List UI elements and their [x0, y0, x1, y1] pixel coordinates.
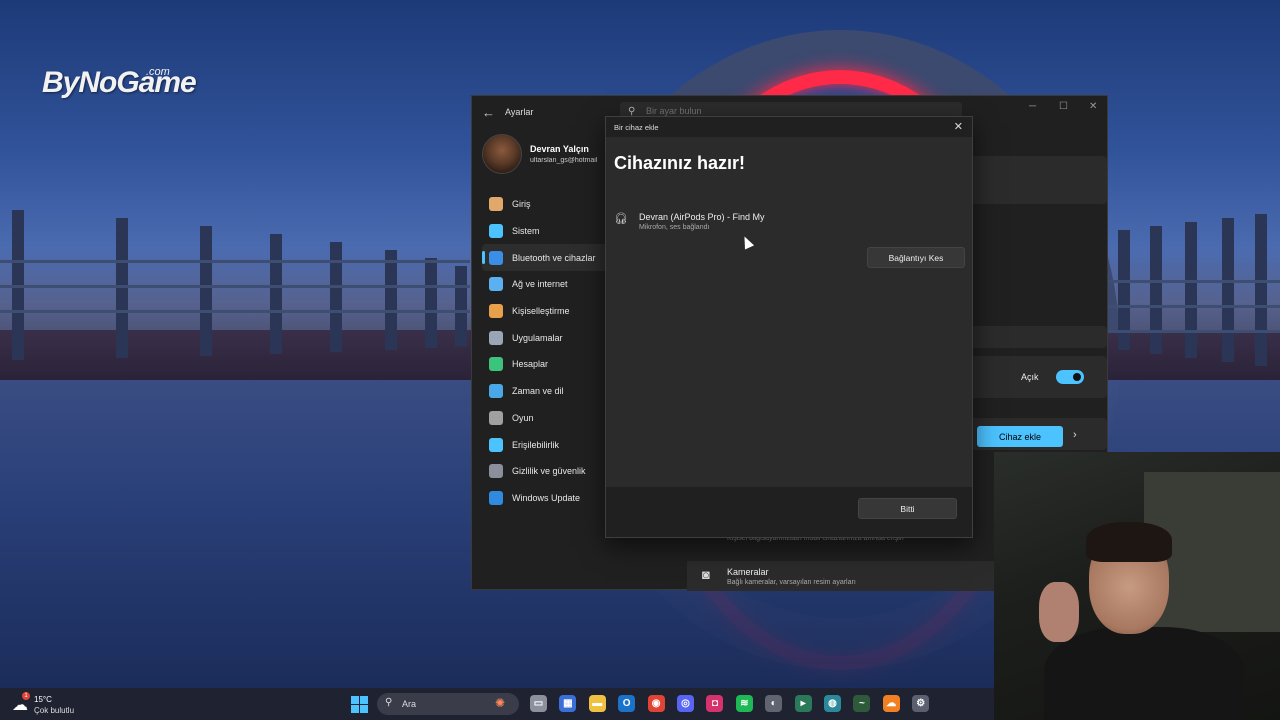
taskbar: ☁ 1 15°C Çok bulutlu ⚲ Ara ✺ ▭ ▦ ▬ O ◉ ◎ ◘ ≋ ◐ ▸ ◍…	[0, 688, 994, 720]
chevron-right-icon[interactable]: ›	[1073, 429, 1077, 441]
sidebar-item-label: Gizlilik ve güvenlik	[512, 466, 586, 477]
fence-post	[1150, 226, 1162, 354]
terminal-icon[interactable]: ▸	[794, 695, 812, 712]
close-window-icon[interactable]: ✕	[1089, 101, 1097, 112]
dialog-footer: Bitti	[606, 487, 972, 537]
bluetooth-state-label: Açık	[1021, 372, 1039, 382]
watermark-logo: ByNoGame	[42, 66, 197, 99]
webcam-overlay	[994, 452, 1280, 720]
sidebar-item-label: Bluetooth ve cihazlar	[512, 252, 596, 263]
camera-icon: ◙	[702, 567, 710, 582]
back-arrow-icon[interactable]: ←	[482, 105, 495, 120]
brush-icon	[489, 304, 503, 319]
add-device-button[interactable]: Cihaz ekle	[977, 426, 1063, 447]
fence-post	[330, 242, 342, 352]
fence-post	[1222, 218, 1234, 362]
weather-temperature[interactable]: 15°C	[34, 695, 52, 704]
device-name: Devran (AirPods Pro) - Find My	[639, 212, 765, 222]
fence-rail	[0, 310, 470, 313]
accessibility-icon	[489, 437, 503, 452]
sidebar-item-label: Sistem	[512, 226, 540, 237]
system-icon	[489, 224, 503, 239]
done-button[interactable]: Bitti	[858, 498, 957, 519]
bluetooth-toggle[interactable]	[1056, 370, 1084, 384]
sidebar-item-label: Erişilebilirlik	[512, 439, 560, 450]
dialog-title: Bir cihaz ekle	[614, 123, 659, 132]
disconnect-button[interactable]: Bağlantıyı Kes	[867, 247, 965, 268]
maximize-icon[interactable]: ☐	[1059, 101, 1068, 112]
update-icon	[489, 490, 503, 505]
globe-icon	[489, 384, 503, 399]
sidebar-item-label: Uygulamalar	[512, 332, 563, 343]
taskbar-search-label: Ara	[402, 699, 417, 709]
instagram-icon[interactable]: ◘	[706, 695, 724, 712]
weather-description[interactable]: Çok bulutlu	[34, 706, 74, 715]
outlook-icon[interactable]: O	[618, 695, 636, 712]
webcam-person-hair	[1086, 522, 1172, 562]
webcam-person-body	[1044, 627, 1244, 720]
sidebar-item-label: Ağ ve internet	[512, 279, 568, 290]
cameras-title: Kameralar	[727, 567, 769, 577]
start-button[interactable]	[351, 696, 368, 713]
user-email: ultarslan_gs@hotmail	[530, 157, 598, 164]
cameras-description: Bağlı kameralar, varsayılan resim ayarla…	[727, 579, 856, 586]
dialog-heading: Cihazınız hazır!	[614, 153, 746, 173]
app-tool-icon[interactable]: ◐	[765, 695, 783, 712]
fence-rail	[1108, 330, 1280, 333]
headphones-icon: 🎧︎	[614, 213, 628, 225]
gamepad-icon	[489, 410, 503, 425]
avatar[interactable]	[482, 134, 522, 174]
spotify-icon[interactable]: ≋	[735, 695, 753, 712]
home-icon	[489, 197, 503, 212]
fence-post	[200, 226, 212, 356]
fence-post	[385, 250, 397, 350]
sidebar-item-label: Zaman ve dil	[512, 386, 564, 397]
taskbar-search[interactable]: ⚲ Ara ✺	[377, 693, 519, 715]
shield-icon	[489, 464, 503, 479]
steam-icon[interactable]: ~	[853, 695, 871, 712]
fence-rail	[0, 260, 470, 263]
app-title: Ayarlar	[505, 107, 534, 117]
device-status: Mikrofon, ses bağlandı	[639, 224, 710, 231]
network-monitor-icon[interactable]: ◍	[824, 695, 841, 712]
close-icon[interactable]: ✕	[954, 120, 963, 133]
weather-badge: 1	[22, 692, 30, 700]
fence-post	[425, 258, 437, 348]
add-device-dialog: Bir cihaz ekle ✕ Cihazınız hazır! 🎧︎ Dev…	[605, 116, 973, 538]
webcam-person-hand	[1039, 582, 1079, 642]
windows-logo-icon	[351, 696, 359, 704]
fence-rail	[1108, 280, 1280, 283]
sidebar-item-label: Windows Update	[512, 492, 581, 503]
sidebar-item-label: Giriş	[512, 199, 531, 210]
settings-gear-icon[interactable]: ⚙	[912, 695, 930, 712]
chrome-icon[interactable]: ◉	[647, 695, 665, 712]
watermark-logo-suffix: .com	[146, 66, 170, 78]
discord-icon[interactable]: ◎	[677, 695, 694, 712]
bluetooth-icon	[489, 250, 503, 265]
fence-post	[455, 266, 467, 346]
fence-post	[270, 234, 282, 354]
sidebar-item-label: Oyun	[512, 412, 534, 423]
fence-rail	[1108, 305, 1280, 308]
network-icon	[489, 277, 503, 292]
fence-post	[1185, 222, 1197, 358]
task-view-icon[interactable]: ▭	[530, 695, 547, 712]
account-icon	[489, 357, 503, 372]
sidebar-item-label: Hesaplar	[512, 359, 549, 370]
dialog-titlebar: Bir cihaz ekle ✕	[606, 117, 972, 137]
file-explorer-icon[interactable]: ▬	[588, 695, 606, 712]
fence-post	[116, 218, 128, 358]
minimize-icon[interactable]: ─	[1029, 101, 1036, 112]
settings-search-input[interactable]	[646, 106, 946, 116]
apps-icon	[489, 330, 503, 345]
sidebar-item-label: Kişiselleştirme	[512, 306, 570, 317]
user-name: Devran Yalçın	[530, 144, 589, 154]
fence-post	[1255, 214, 1267, 366]
fence-rail	[0, 285, 470, 288]
search-highlight-icon: ✺	[495, 696, 506, 710]
cloudflare-icon[interactable]: ☁	[882, 695, 900, 712]
store-icon[interactable]: ▦	[559, 695, 577, 712]
search-icon: ⚲	[385, 697, 393, 708]
